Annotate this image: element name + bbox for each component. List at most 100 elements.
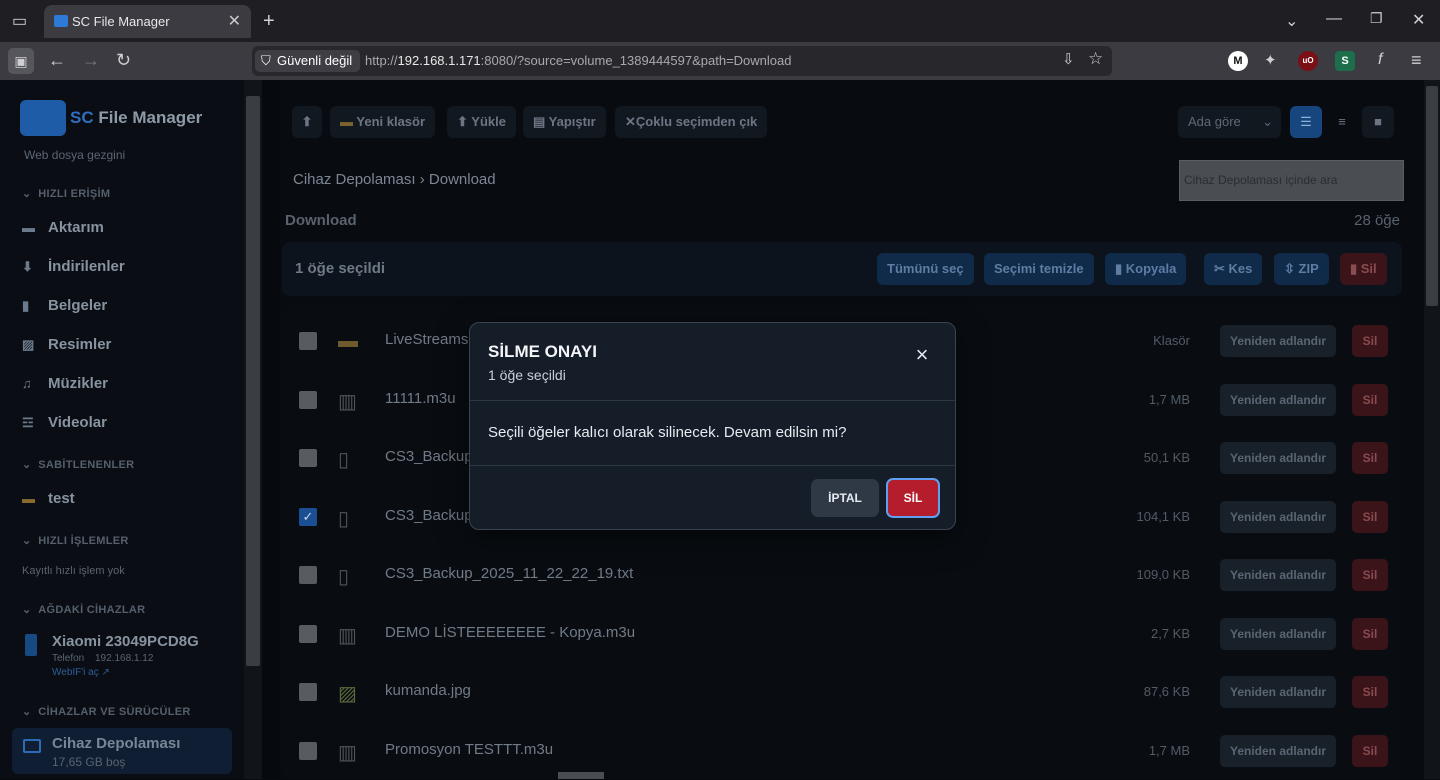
file-row[interactable]: ▨ kumanda.jpg 87,6 KB Yeniden adlandır Sil xyxy=(282,663,1402,721)
file-row[interactable]: ▯ CS3_Backup_2025_11_22_22_19.txt 109,0 KB… xyxy=(282,546,1402,604)
compact-view-button[interactable]: ≡ xyxy=(1326,106,1358,138)
rename-button[interactable]: Yeniden adlandır xyxy=(1220,325,1336,357)
row-checkbox[interactable] xyxy=(299,566,317,584)
sidebar-item-transfer[interactable]: ▬ Aktarım xyxy=(22,219,104,236)
delete-button[interactable]: Sil xyxy=(1352,734,1388,767)
file-row[interactable]: ▥ DEMO LİSTEEEEEEEE - Kopya.m3u 2,7 KB Yeni… xyxy=(282,605,1402,663)
close-window-icon[interactable]: ✕ xyxy=(1412,10,1425,30)
restore-icon[interactable]: ❐ xyxy=(1370,10,1383,27)
file-name[interactable]: Promosyon TESTTT.m3u xyxy=(385,741,553,758)
section-quick-access[interactable]: ⌄ HIZLI ERİŞİM xyxy=(22,187,110,200)
sidebar-scrollbar-thumb[interactable] xyxy=(246,96,260,666)
zip-button[interactable]: ⇳ ZIP xyxy=(1274,253,1329,285)
clear-selection-button[interactable]: Seçimi temizle xyxy=(984,253,1094,285)
new-tab-icon[interactable]: + xyxy=(263,10,275,33)
rename-button[interactable]: Yeniden adlandır xyxy=(1220,500,1336,533)
section-pinned[interactable]: ⌄ SABİTLENENLER xyxy=(22,458,134,471)
file-size: 1,7 MB xyxy=(1148,742,1190,758)
sidebar-item-device-storage[interactable]: Cihaz Depolaması 17,65 GB boş xyxy=(12,728,232,774)
rename-button[interactable]: Yeniden adlandır xyxy=(1220,617,1336,650)
confirm-delete-button[interactable]: SİL xyxy=(886,478,940,518)
row-checkbox[interactable] xyxy=(299,390,317,409)
minimize-icon[interactable]: — xyxy=(1326,10,1342,28)
row-checkbox[interactable] xyxy=(299,683,317,701)
rename-button[interactable]: Yeniden adlandır xyxy=(1220,734,1336,767)
file-name[interactable]: LiveStreams xyxy=(385,331,468,348)
delete-button[interactable]: Sil xyxy=(1352,442,1388,474)
row-checkbox[interactable] xyxy=(299,449,317,467)
row-checkbox[interactable] xyxy=(299,624,317,643)
up-button[interactable]: ⬆ xyxy=(292,106,322,138)
delete-button[interactable]: Sil xyxy=(1352,559,1388,591)
reload-icon[interactable]: ↻ xyxy=(116,50,131,71)
sidebar-item-test[interactable]: ▬ test xyxy=(22,490,75,507)
delete-button[interactable]: Sil xyxy=(1352,383,1388,416)
security-indicator[interactable]: ⛉ Güvenli değil xyxy=(255,50,361,72)
sidebar-item-videos[interactable]: ☲ Videolar xyxy=(22,414,107,431)
exit-multiselect-label: Çoklu seçimden çık xyxy=(635,114,758,129)
new-folder-button[interactable]: ▬ Yeni klasör xyxy=(330,106,436,138)
forward-icon[interactable]: → xyxy=(82,50,100,71)
file-name[interactable]: 11111.m3u xyxy=(385,390,456,407)
rename-button[interactable]: Yeniden adlandır xyxy=(1220,559,1336,591)
menu-icon[interactable]: ≡ xyxy=(1411,50,1422,71)
device-name[interactable]: Xiaomi 23049PCD8G xyxy=(52,633,199,650)
file-name[interactable]: CS3_Backup xyxy=(385,448,473,465)
chevron-down-icon[interactable]: ⌄ xyxy=(1285,11,1298,31)
rename-button[interactable]: Yeniden adlandır xyxy=(1220,383,1336,416)
file-name[interactable]: DEMO LİSTEEEEEEEE - Kopya.m3u xyxy=(385,624,635,641)
select-all-button[interactable]: Tümünü seç xyxy=(877,253,974,285)
row-checkbox[interactable]: ✓ xyxy=(299,507,317,526)
close-icon[interactable]: × xyxy=(911,344,933,367)
file-name[interactable]: kumanda.jpg xyxy=(385,682,471,699)
page-scrollbar-thumb[interactable] xyxy=(1426,86,1438,306)
row-checkbox[interactable] xyxy=(299,332,317,350)
sidebar-item-images[interactable]: ▨ Resimler xyxy=(22,336,111,353)
cut-button[interactable]: ✂ Kes xyxy=(1204,253,1263,285)
paste-button[interactable]: ▤ Yapıştır xyxy=(523,106,606,138)
sort-select[interactable]: Ada göre ⌄ xyxy=(1178,106,1281,138)
browser-tab[interactable]: SC File Manager ✕ xyxy=(44,5,251,38)
search-input[interactable]: Cihaz Depolaması içinde ara xyxy=(1179,160,1404,201)
sidebar-item-documents[interactable]: ▮ Belgeler xyxy=(22,297,107,314)
breadcrumb-root[interactable]: Cihaz Depolaması xyxy=(293,171,416,188)
horizontal-scrollbar-thumb[interactable] xyxy=(558,772,604,779)
cancel-button[interactable]: İPTAL xyxy=(811,479,879,517)
delete-button[interactable]: Sil xyxy=(1352,617,1388,650)
install-app-icon[interactable]: ⇩ xyxy=(1062,50,1075,68)
file-name[interactable]: CS3_Backup_2025_11_22_22_19.txt xyxy=(385,565,633,582)
back-icon[interactable]: ← xyxy=(48,50,66,71)
address-bar[interactable]: ⛉ Güvenli değil http://192.168.1.171:808… xyxy=(252,46,1112,76)
device-webif-link[interactable]: WebIF'i aç ↗ xyxy=(52,667,110,678)
extensions-puzzle-icon[interactable]: ✦ xyxy=(1264,51,1277,69)
section-drives[interactable]: ⌄ CİHAZLAR VE SÜRÜCÜLER xyxy=(22,705,191,718)
delete-button[interactable]: Sil xyxy=(1352,500,1388,533)
upload-button[interactable]: ⬆ Yükle xyxy=(447,106,516,138)
list-view-button[interactable]: ☰ xyxy=(1290,106,1322,138)
row-checkbox[interactable] xyxy=(299,741,317,760)
sidebar-item-downloads[interactable]: ⬇ İndirilenler xyxy=(22,258,125,275)
rename-button[interactable]: Yeniden adlandır xyxy=(1220,442,1336,474)
delete-button[interactable]: Sil xyxy=(1352,676,1388,708)
breadcrumb-current[interactable]: Download xyxy=(429,171,496,188)
file-size: 50,1 KB xyxy=(1143,450,1190,465)
tab-list-icon[interactable]: ▭ xyxy=(12,11,27,31)
sidebar-toggle-icon[interactable]: ▣ xyxy=(8,48,34,74)
extension-f-icon[interactable]: f xyxy=(1378,51,1382,69)
extension-m-icon[interactable]: M xyxy=(1228,51,1248,71)
delete-selection-button[interactable]: ▮ Sil xyxy=(1340,253,1387,285)
section-network[interactable]: ⌄ AĞDAKİ CİHAZLAR xyxy=(22,603,145,616)
file-name[interactable]: CS3_Backup xyxy=(385,507,473,524)
grid-view-button[interactable]: ■ xyxy=(1362,106,1394,138)
delete-button[interactable]: Sil xyxy=(1352,325,1388,357)
ublock-icon[interactable]: uO xyxy=(1298,51,1318,71)
exit-multiselect-button[interactable]: ✕Çoklu seçimden çık xyxy=(615,106,768,138)
copy-button[interactable]: ▮ Kopyala xyxy=(1105,253,1187,285)
close-tab-icon[interactable]: ✕ xyxy=(228,11,241,31)
file-row[interactable]: ▥ Promosyon TESTTT.m3u 1,7 MB Yeniden adlan… xyxy=(282,722,1402,780)
section-quick-ops[interactable]: ⌄ HIZLI İŞLEMLER xyxy=(22,534,129,547)
rename-button[interactable]: Yeniden adlandır xyxy=(1220,676,1336,708)
sidebar-item-music[interactable]: ♫ Müzikler xyxy=(22,375,108,392)
extension-s-icon[interactable]: S xyxy=(1335,51,1355,71)
bookmark-star-icon[interactable]: ☆ xyxy=(1088,49,1103,69)
